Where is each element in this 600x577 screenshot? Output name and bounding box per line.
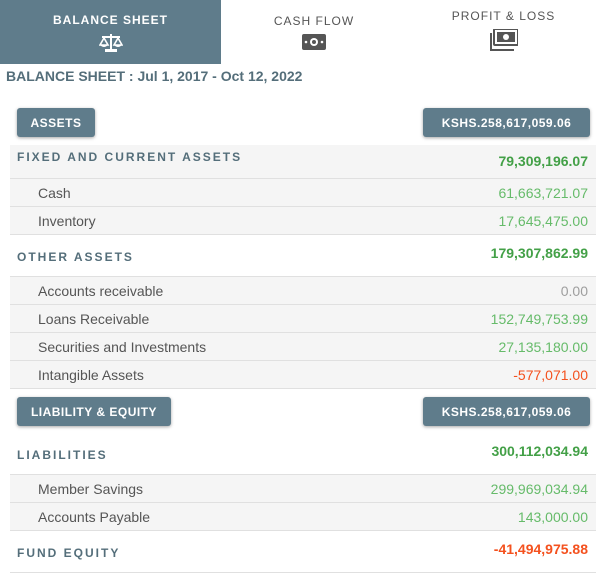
liability-equity-button[interactable]: LIABILITY & EQUITY <box>17 397 171 426</box>
tab-bar: BALANCE SHEET CASH FLOW PROFIT & LOSS <box>0 0 600 64</box>
assets-button[interactable]: ASSETS <box>17 108 95 137</box>
tab-cash-flow[interactable]: CASH FLOW <box>221 0 407 62</box>
list-item[interactable]: Accounts Payable 143,000.00 <box>10 503 596 531</box>
group-liabilities[interactable]: LIABILITIES 300,112,034.94 <box>10 433 596 475</box>
item-value: 17,645,475.00 <box>498 213 588 229</box>
item-label: Member Savings <box>38 481 144 497</box>
group-label: LIABILITIES <box>17 448 108 462</box>
item-value: 0.00 <box>560 283 588 299</box>
tab-balance-sheet[interactable]: BALANCE SHEET <box>0 0 221 64</box>
item-value: 152,749,753.99 <box>490 311 588 327</box>
period-range: Jul 1, 2017 - Oct 12, 2022 <box>137 68 303 84</box>
assets-button-label: ASSETS <box>30 115 82 130</box>
tab-profit-loss[interactable]: PROFIT & LOSS <box>407 0 600 62</box>
liability-equity-total-badge[interactable]: KSHS.258,617,059.06 <box>423 397 590 426</box>
group-total: 300,112,034.94 <box>491 443 588 459</box>
item-label: Securities and Investments <box>38 339 207 355</box>
tab-label: CASH FLOW <box>273 14 355 28</box>
group-label: FIXED AND CURRENT ASSETS <box>17 150 243 164</box>
item-value: -577,071.00 <box>513 367 588 383</box>
list-item[interactable]: Inventory 17,645,475.00 <box>10 207 596 235</box>
item-value: 27,135,180.00 <box>498 339 588 355</box>
group-total: 79,309,196.07 <box>498 153 588 169</box>
group-fixed-current-assets[interactable]: FIXED AND CURRENT ASSETS 79,309,196.07 <box>10 145 596 179</box>
item-label: Intangible Assets <box>38 367 144 383</box>
item-value: 143,000.00 <box>517 509 588 525</box>
assets-total-badge[interactable]: KSHS.258,617,059.06 <box>423 108 590 137</box>
list-item[interactable]: Securities and Investments 27,135,180.00 <box>10 333 596 361</box>
cash-icon <box>302 34 326 50</box>
item-label: Inventory <box>38 213 96 229</box>
group-label: FUND EQUITY <box>17 546 121 560</box>
item-label: Loans Receivable <box>38 311 150 327</box>
group-other-assets[interactable]: OTHER ASSETS 179,307,862.99 <box>10 235 596 277</box>
money-stack-icon <box>489 29 518 51</box>
tab-label: PROFIT & LOSS <box>451 9 556 23</box>
group-label: OTHER ASSETS <box>17 250 134 264</box>
list-item[interactable]: Cash 61,663,721.07 <box>10 179 596 207</box>
list-item[interactable]: Loans Receivable 152,749,753.99 <box>10 305 596 333</box>
liability-equity-total: KSHS.258,617,059.06 <box>441 404 572 419</box>
report-period: BALANCE SHEET : Jul 1, 2017 - Oct 12, 20… <box>6 68 302 84</box>
scale-icon <box>98 34 123 52</box>
period-prefix: BALANCE SHEET : <box>6 68 134 84</box>
item-value: 61,663,721.07 <box>498 185 588 201</box>
list-item[interactable]: Accounts receivable 0.00 <box>10 277 596 305</box>
list-item[interactable]: Intangible Assets -577,071.00 <box>10 361 596 389</box>
item-label: Accounts Payable <box>38 509 151 525</box>
group-total: 179,307,862.99 <box>490 245 588 261</box>
item-value: 299,969,034.94 <box>490 481 588 497</box>
item-label: Cash <box>38 185 71 201</box>
tab-label: BALANCE SHEET <box>52 13 168 27</box>
list-item[interactable]: Member Savings 299,969,034.94 <box>10 475 596 503</box>
item-label: Accounts receivable <box>38 283 164 299</box>
assets-total: KSHS.258,617,059.06 <box>441 115 572 130</box>
group-fund-equity[interactable]: FUND EQUITY -41,494,975.88 <box>10 531 596 573</box>
liability-equity-button-label: LIABILITY & EQUITY <box>30 404 158 419</box>
group-total: -41,494,975.88 <box>493 541 588 557</box>
